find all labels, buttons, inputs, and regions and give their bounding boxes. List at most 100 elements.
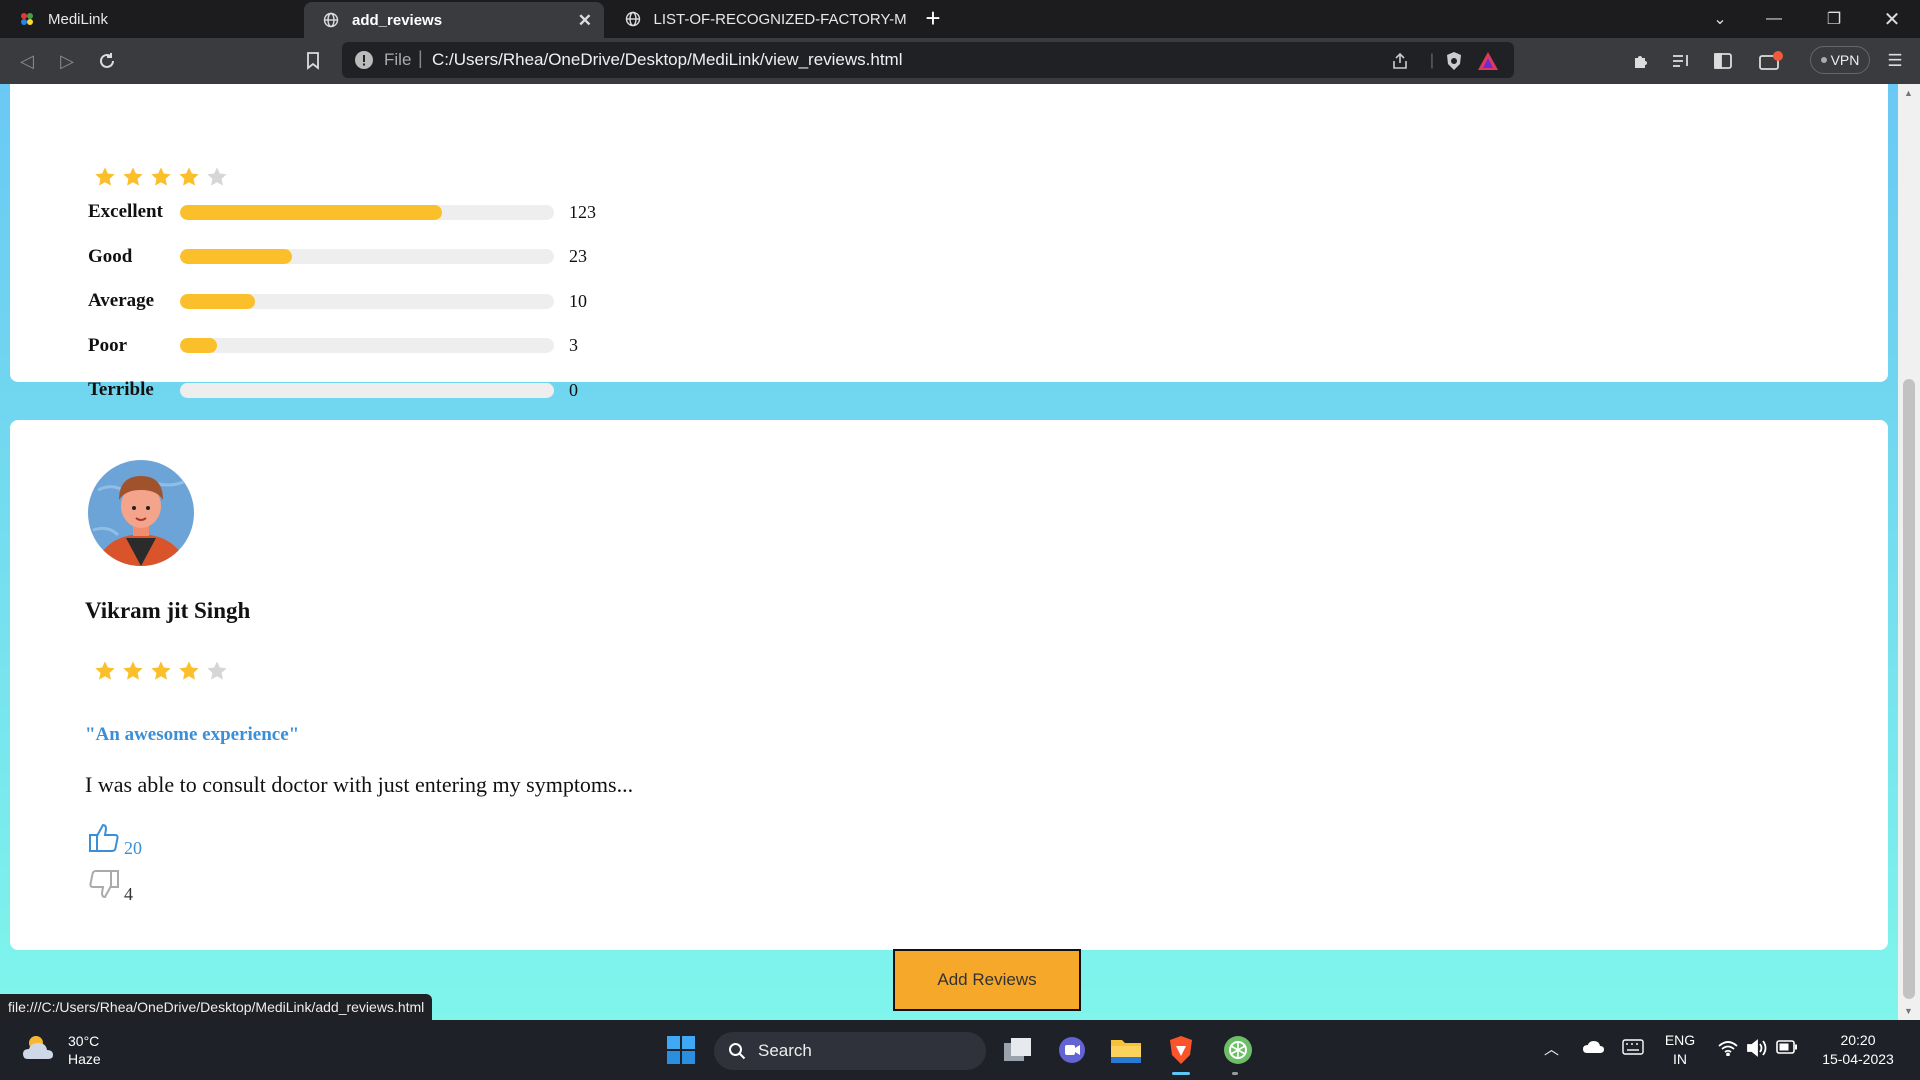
dislike-control[interactable]: 4 [88,868,133,905]
star-filled-icon [178,660,200,687]
rating-bar-fill [180,249,293,264]
weather-desc: Haze [68,1051,101,1067]
star-filled-icon [94,166,116,193]
scroll-thumb[interactable] [1903,379,1915,999]
thumbs-down-icon[interactable] [88,868,120,905]
scroll-down-icon[interactable]: ▼ [1904,1006,1913,1016]
review-card: Vikram jit Singh "An awesome experience"… [10,420,1888,950]
url-scheme: File [384,50,412,69]
rating-count: 123 [569,201,596,222]
rating-label: Good [88,245,133,267]
wifi-icon[interactable] [1718,1040,1738,1060]
weather-temp: 30°C [68,1033,100,1049]
browser-toolbar: ◁ ▷ File | C:/Users/Rhea/OneDrive/Deskto… [0,38,1920,84]
search-placeholder: Search [758,1041,812,1060]
close-tab-icon[interactable]: ✕ [578,11,592,31]
scroll-up-icon[interactable]: ▲ [1904,88,1913,98]
brave-shields-icon[interactable] [1442,49,1466,73]
tab-title: MediLink [48,10,109,28]
rating-bar-track [180,338,554,353]
back-icon[interactable]: ◁ [12,46,42,76]
rating-bar-track [180,293,554,309]
rating-label: Excellent [88,201,163,222]
rating-bar-fill [180,204,442,220]
windows-taskbar: 30°C Haze Search ︿ ENG IN 20:20 15-04-20… [0,1020,1920,1080]
rating-row-poor: Poor 3 [88,334,578,358]
globe-icon [624,10,641,28]
chatgpt-app-icon[interactable] [1220,1032,1256,1068]
weather-widget[interactable]: 30°C Haze [22,1032,101,1068]
tab-title: LIST-OF-RECOGNIZED-FACTORY-MED [653,10,906,28]
taskbar-search[interactable]: Search [714,1032,986,1070]
clock[interactable]: 20:20 15-04-2023 [1812,1031,1904,1069]
rating-bar-track [180,249,554,264]
rating-count: 23 [569,246,587,266]
rating-count: 3 [569,335,578,355]
playlist-icon[interactable] [1666,46,1696,76]
app-running-indicator [1232,1072,1238,1075]
file-explorer-icon[interactable] [1108,1032,1144,1068]
review-title: "An awesome experience" [85,724,300,745]
add-reviews-button[interactable]: Add Reviews [893,949,1081,1011]
reload-icon[interactable] [92,46,122,76]
tab-medilink[interactable]: MediLink [0,0,302,38]
volume-icon[interactable] [1746,1039,1768,1061]
search-icon [729,1043,746,1060]
haze-weather-icon [22,1033,58,1068]
rating-count: 10 [569,290,587,311]
sidebar-icon[interactable] [1708,46,1738,76]
star-filled-icon [150,660,172,687]
brave-browser-icon[interactable] [1163,1032,1199,1068]
new-tab-button[interactable]: + [918,4,948,34]
tab-search-chevron-icon[interactable]: ⌄ [1694,0,1746,38]
rating-bar-track [180,382,554,398]
input-language[interactable]: ENG IN [1664,1031,1696,1069]
rating-label: Poor [88,334,128,356]
share-icon[interactable] [1388,49,1412,73]
windows-start-icon[interactable] [663,1032,699,1068]
tab-strip: MediLink add_reviews ✕ LIST-OF-RECOGNIZE… [0,0,1920,38]
forward-icon[interactable]: ▷ [52,46,82,76]
task-view-icon[interactable] [1000,1032,1036,1068]
brave-rewards-icon[interactable] [1476,49,1500,73]
thumbs-up-icon[interactable] [88,822,120,859]
address-bar[interactable]: File | C:/Users/Rhea/OneDrive/Desktop/Me… [342,42,1514,78]
url-text[interactable]: C:/Users/Rhea/OneDrive/Desktop/MediLink/… [432,50,903,70]
url-separator: | [418,48,423,68]
bookmark-icon[interactable] [298,46,328,76]
rating-summary-card: Excellent 123 Good 23 Average 10 Poor 3 Terrible… [10,84,1888,400]
tab-factory-list[interactable]: LIST-OF-RECOGNIZED-FACTORY-MED [606,0,906,38]
divider: | [1429,52,1435,69]
keyboard-icon[interactable] [1622,1039,1644,1059]
medilink-favicon-icon [18,10,36,28]
info-icon[interactable] [354,50,374,70]
tab-title: add_reviews [352,11,443,29]
reviewer-name: Vikram jit Singh [85,598,251,623]
rating-bar-fill [180,338,218,353]
restore-icon[interactable]: ❐ [1808,0,1860,38]
onedrive-cloud-icon[interactable] [1582,1040,1604,1058]
close-window-icon[interactable]: ✕ [1866,0,1918,38]
extensions-icon[interactable] [1626,46,1656,76]
battery-icon[interactable] [1776,1040,1798,1058]
star-filled-icon [178,166,200,193]
teams-chat-icon[interactable] [1054,1032,1090,1068]
rating-count: 0 [569,379,578,400]
page-scrollbar[interactable]: ▲ ▼ [1898,84,1920,1020]
rating-row-excellent: Excellent 123 [88,200,596,224]
globe-icon [322,11,340,29]
star-filled-icon [94,660,116,687]
menu-icon[interactable]: ☰ [1880,46,1910,76]
show-hidden-icons-chevron-icon[interactable]: ︿ [1544,1038,1559,1059]
vpn-button[interactable]: VPN [1810,46,1870,74]
review-body: I was able to consult doctor with just e… [85,772,634,797]
minimize-icon[interactable]: — [1748,0,1800,38]
vpn-label: VPN [1830,52,1860,68]
rating-row-good: Good 23 [88,245,587,269]
rating-label: Average [88,290,155,311]
rating-label: Terrible [88,379,154,400]
page-viewport: Excellent 123 Good 23 Average 10 Poor 3 Terrible… [0,84,1898,1020]
like-control[interactable]: 20 [88,822,142,859]
tab-add-reviews[interactable]: add_reviews ✕ [304,2,604,38]
wallet-icon[interactable] [1756,46,1786,76]
